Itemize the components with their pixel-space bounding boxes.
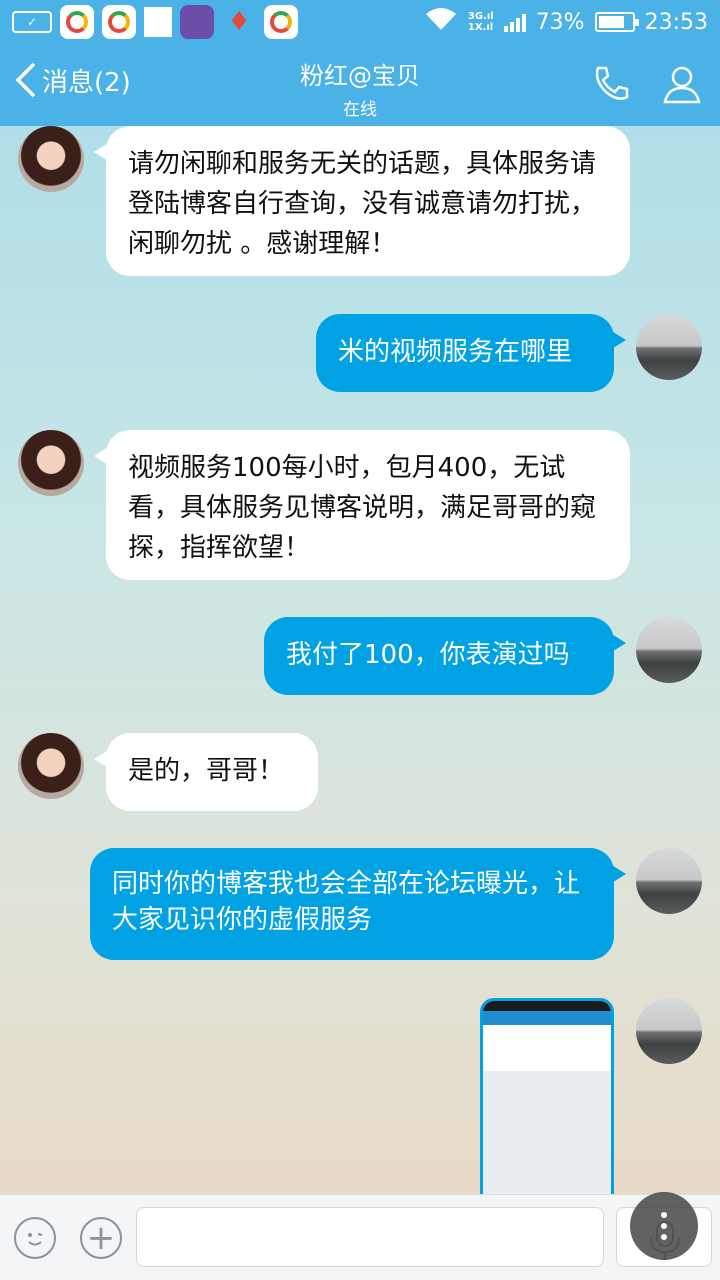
- message-bubble-incoming[interactable]: 视频服务100每小时，包月400，无试看，具体服务见博客说明，满足哥哥的窥探，指…: [94, 430, 630, 580]
- phone-icon[interactable]: [588, 62, 632, 106]
- contact-avatar[interactable]: [18, 430, 84, 496]
- battery-saver-icon: ✓: [12, 11, 52, 33]
- image-content: [483, 1025, 611, 1071]
- my-avatar[interactable]: [636, 848, 702, 914]
- image-status-bar: [483, 1001, 611, 1011]
- input-bar: +: [0, 1194, 720, 1280]
- contact-avatar[interactable]: [18, 126, 84, 192]
- my-avatar[interactable]: [636, 998, 702, 1064]
- message-bubble-outgoing[interactable]: 同时你的博客我也会全部在论坛曝光，让大家见识你的虚假服务: [90, 848, 626, 960]
- image-message[interactable]: [480, 998, 614, 1198]
- app-notification-icon: [60, 5, 94, 39]
- contact-avatar[interactable]: [18, 733, 84, 799]
- plus-icon: +: [86, 1218, 116, 1258]
- status-bar: ✓ ♦ 3G.ıl 1X.ıl 73% 23:53: [0, 0, 720, 44]
- smiley-icon: [28, 1233, 43, 1246]
- battery-icon: [594, 12, 639, 32]
- cards-notification-icon: ♦: [227, 7, 251, 37]
- app-notification-icon: [264, 5, 298, 39]
- my-avatar[interactable]: [636, 314, 702, 380]
- my-avatar[interactable]: [636, 617, 702, 683]
- message-bubble-outgoing[interactable]: 米的视频服务在哪里: [316, 314, 626, 392]
- wifi-icon: [424, 6, 458, 38]
- notification-icons: ✓ ♦: [12, 5, 298, 39]
- clock: 23:53: [644, 9, 708, 35]
- blank-notification-icon: [144, 7, 172, 37]
- profile-icon[interactable]: [660, 62, 704, 106]
- floating-assistant-button[interactable]: [630, 1192, 698, 1260]
- network-3g-label: 3G.ıl: [467, 11, 494, 22]
- message-bubble-outgoing[interactable]: 我付了100，你表演过吗: [264, 617, 626, 695]
- app-notification-icon: [102, 5, 136, 39]
- message-bubble-incoming[interactable]: 是的，哥哥！: [94, 733, 318, 811]
- image-title-bar: [483, 1011, 611, 1025]
- game-notification-icon: [180, 5, 214, 39]
- network-1x-label: 1X.ıl: [467, 22, 494, 33]
- signal-icon: [503, 12, 526, 32]
- emoji-button[interactable]: [14, 1217, 56, 1259]
- message-input[interactable]: [136, 1207, 604, 1267]
- chat-header: 消息(2) 粉红@宝贝 在线: [0, 44, 720, 126]
- message-bubble-incoming[interactable]: 请勿闲聊和服务无关的话题，具体服务请登陆博客自行查询，没有诚意请勿打扰，闲聊勿扰…: [94, 126, 630, 276]
- battery-percent: 73%: [535, 9, 585, 35]
- image-background: [483, 1071, 611, 1195]
- network-indicator: 3G.ıl 1X.ıl: [468, 11, 494, 33]
- add-attachment-button[interactable]: +: [80, 1217, 122, 1259]
